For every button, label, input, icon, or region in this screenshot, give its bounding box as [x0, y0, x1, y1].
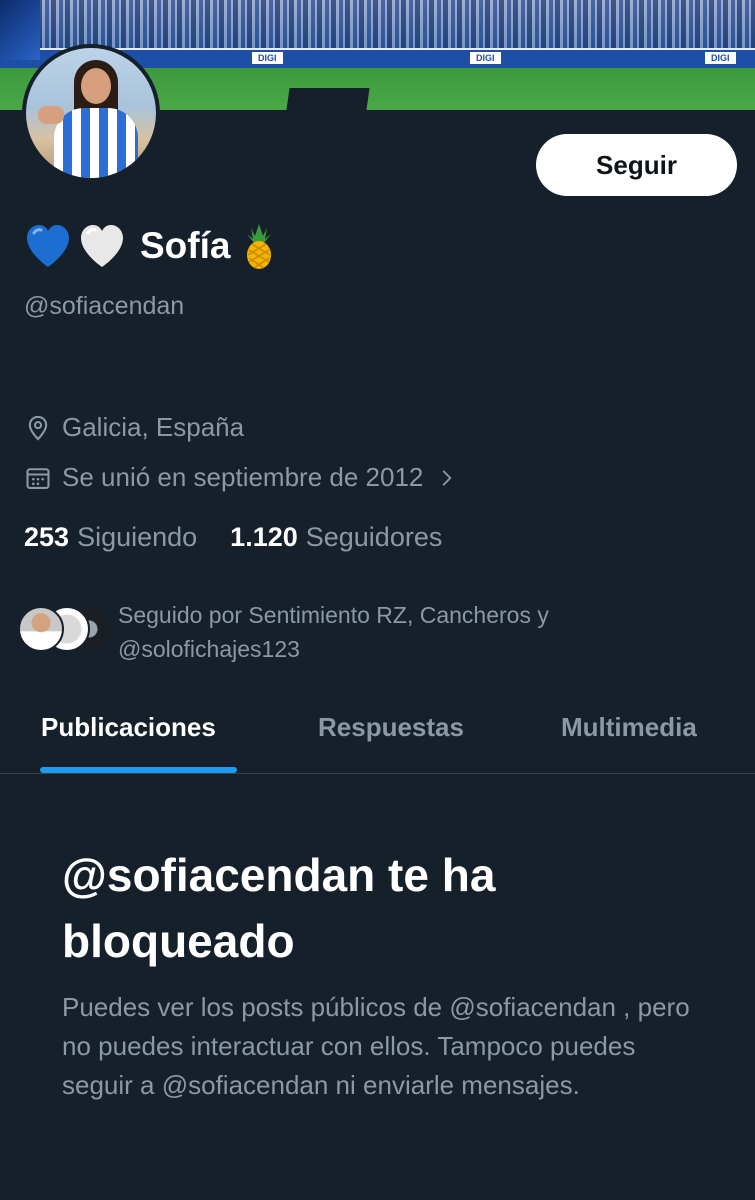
- profile-handle: @sofiacendan: [24, 292, 185, 320]
- display-name-row: Sofía: [24, 218, 276, 274]
- pineapple-icon: [247, 224, 272, 269]
- tab-respuestas[interactable]: Respuestas: [318, 712, 464, 743]
- banner-crowd: [0, 0, 755, 48]
- active-tab-indicator: [40, 767, 237, 773]
- profile-stats: 253 Siguiendo 1.120 Seguidores: [24, 522, 442, 553]
- profile-join-date[interactable]: Se unió en septiembre de 2012: [24, 462, 457, 493]
- join-date-text: Se unió en septiembre de 2012: [62, 462, 424, 492]
- profile-location: Galicia, España: [24, 412, 244, 443]
- followed-by-line: @solofichajes123: [118, 636, 300, 662]
- banner-ad: DIGI: [252, 52, 283, 64]
- blue-heart-icon: [27, 225, 69, 267]
- followed-by-text: Seguido por Sentimiento RZ, Cancheros y …: [118, 598, 549, 666]
- followers-label: Seguidores: [305, 522, 443, 552]
- tab-publicaciones[interactable]: Publicaciones: [41, 712, 216, 743]
- tab-multimedia[interactable]: Multimedia: [561, 712, 697, 743]
- white-heart-icon: [81, 225, 123, 267]
- calendar-icon: [26, 467, 50, 489]
- display-name: Sofía: [140, 225, 231, 266]
- follow-button[interactable]: Seguir: [536, 134, 737, 196]
- location-pin-icon: [28, 415, 48, 441]
- banner-ad: DIGI: [470, 52, 501, 64]
- location-text: Galicia, España: [62, 412, 245, 442]
- profile-avatar[interactable]: [22, 44, 160, 182]
- followers-link[interactable]: 1.120 Seguidores: [230, 522, 442, 553]
- profile-tabs: Publicaciones Respuestas Multimedia: [0, 694, 755, 774]
- blocked-title: @sofiacendan te ha bloqueado: [62, 849, 496, 967]
- followers-count: 1.120: [230, 522, 298, 552]
- blocked-description: Puedes ver los posts públicos de @sofiac…: [62, 992, 690, 1100]
- followed-by-line: Seguido por Sentimiento RZ, Cancheros y: [118, 602, 549, 628]
- follower-avatar: [18, 606, 64, 652]
- banner-ad: DIGI: [705, 52, 736, 64]
- following-count: 253: [24, 522, 70, 552]
- followed-by[interactable]: Seguido por Sentimiento RZ, Cancheros y …: [18, 598, 738, 668]
- chevron-right-icon: [443, 469, 452, 486]
- banner-dark-band: [286, 88, 370, 110]
- following-link[interactable]: 253 Siguiendo: [24, 522, 197, 553]
- following-label: Siguiendo: [77, 522, 198, 552]
